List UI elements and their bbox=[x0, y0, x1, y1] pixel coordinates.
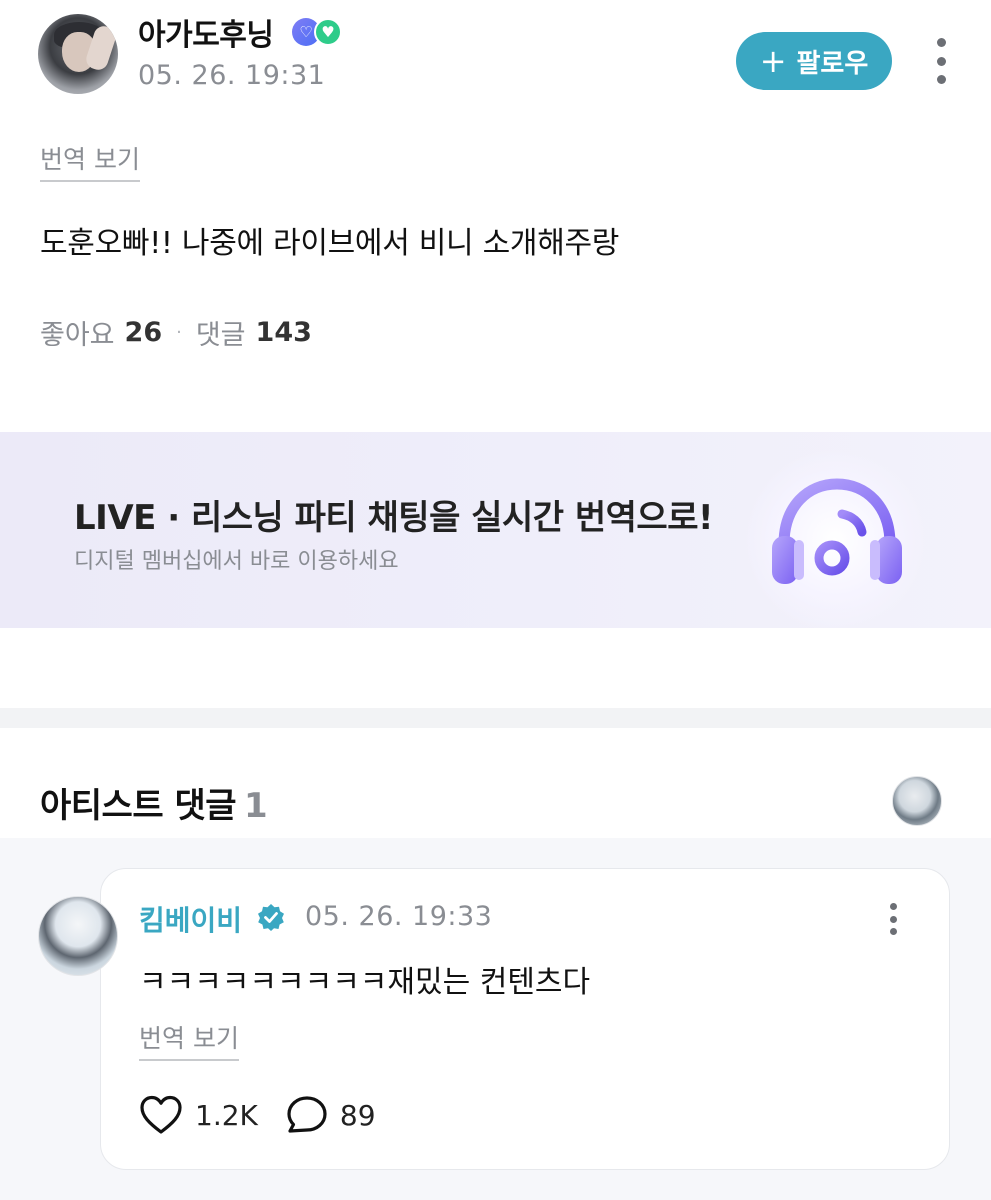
artist-comment-card[interactable]: 킴베이비 05. 26. 19:33 ㅋㅋㅋㅋㅋㅋㅋㅋㅋ재밌는 컨텐츠다 번역 … bbox=[100, 868, 950, 1170]
comment-author[interactable]: 킴베이비 bbox=[139, 899, 242, 939]
banner-subtitle: 디지털 멤버십에서 바로 이용하세요 bbox=[74, 549, 399, 574]
promo-banner[interactable]: LIVE · 리스닝 파티 채팅을 실시간 번역으로! 디지털 멤버십에서 바로… bbox=[0, 432, 991, 628]
heart-icon bbox=[140, 1095, 182, 1134]
speech-bubble-icon bbox=[287, 1096, 327, 1133]
comment-actions: 1.2K 89 bbox=[139, 1095, 376, 1135]
artist-comments-count: 1 bbox=[244, 786, 268, 826]
likes-count[interactable]: 26 bbox=[125, 317, 163, 348]
post-stats: 좋아요 26 · 댓글 143 bbox=[40, 313, 312, 352]
post-body: 도훈오빠!! 나중에 라이브에서 비니 소개해주랑 bbox=[40, 226, 620, 261]
headphones-music-icon bbox=[772, 478, 902, 584]
comment-translate-link[interactable]: 번역 보기 bbox=[139, 1019, 239, 1061]
post-timestamp: 05. 26. 19:31 bbox=[138, 60, 326, 91]
author-name[interactable]: 아가도후닝 bbox=[138, 10, 274, 54]
banner-title: LIVE · 리스닝 파티 채팅을 실시간 번역으로! bbox=[74, 498, 714, 538]
artist-avatar-filter[interactable] bbox=[892, 776, 942, 826]
likes-label[interactable]: 좋아요 bbox=[40, 313, 115, 352]
follow-button[interactable]: + 팔로우 bbox=[736, 32, 892, 90]
comments-label[interactable]: 댓글 bbox=[196, 313, 246, 352]
comment-like-button[interactable]: 1.2K bbox=[139, 1095, 258, 1135]
comment-text: ㅋㅋㅋㅋㅋㅋㅋㅋㅋ재밌는 컨텐츠다 bbox=[139, 965, 591, 1000]
plus-icon: + bbox=[759, 42, 787, 80]
comment-like-count: 1.2K bbox=[195, 1098, 258, 1132]
post-header: 아가도후닝 ♡ ♥ 05. 26. 19:31 + 팔로우 bbox=[0, 0, 991, 120]
comment-timestamp: 05. 26. 19:33 bbox=[305, 901, 493, 932]
artist-comments-heading: 아티스트 댓글 1 bbox=[40, 778, 268, 827]
artist-comments-title: 아티스트 댓글 bbox=[40, 786, 237, 826]
translate-link[interactable]: 번역 보기 bbox=[40, 140, 140, 182]
follow-label: 팔로우 bbox=[796, 48, 869, 79]
comments-count[interactable]: 143 bbox=[256, 317, 312, 348]
comment-reply-button[interactable]: 89 bbox=[286, 1095, 376, 1135]
separator-dot: · bbox=[176, 322, 182, 343]
author-avatar[interactable] bbox=[38, 14, 118, 94]
verified-heart-badge-icon: ♥ bbox=[314, 18, 342, 46]
comment-reply-count: 89 bbox=[339, 1098, 376, 1132]
verified-icon bbox=[258, 904, 284, 931]
artist-comment-avatar[interactable] bbox=[38, 896, 118, 976]
more-options-icon[interactable] bbox=[928, 38, 954, 84]
artist-comments-list: 킴베이비 05. 26. 19:33 ㅋㅋㅋㅋㅋㅋㅋㅋㅋ재밌는 컨텐츠다 번역 … bbox=[0, 838, 991, 1200]
comment-more-icon[interactable] bbox=[887, 903, 899, 935]
section-divider bbox=[0, 708, 991, 728]
author-badges: ♡ ♥ bbox=[292, 18, 342, 48]
